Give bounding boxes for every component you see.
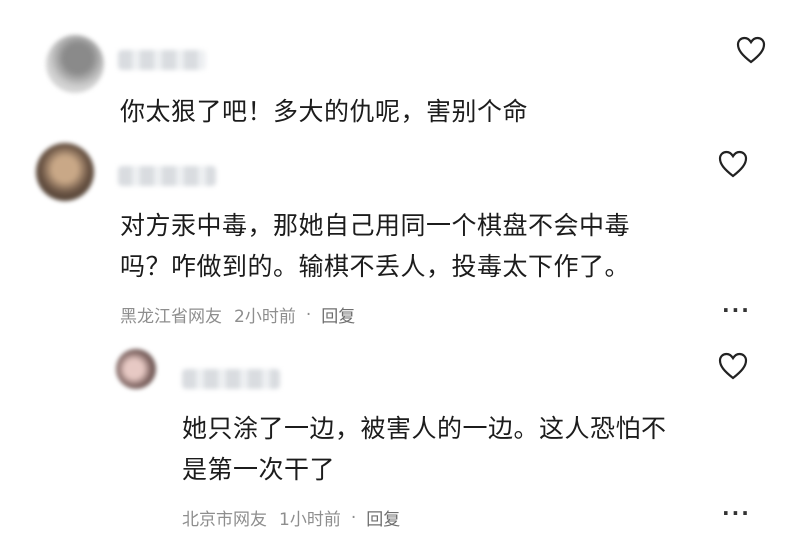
comment-text: 她只涂了一边，被害人的一边。这人恐怕不 是第一次干了 <box>182 408 667 490</box>
reply-button[interactable]: 回复 <box>321 302 355 327</box>
username-blurred[interactable] <box>118 50 206 70</box>
avatar[interactable] <box>36 143 94 201</box>
heart-icon[interactable] <box>736 36 766 64</box>
username-blurred[interactable] <box>118 166 216 186</box>
username-blurred[interactable] <box>182 369 280 389</box>
comment-text: 对方汞中毒，那她自己用同一个棋盘不会中毒 吗？咋做到的。输棋不丢人，投毒太下作了… <box>120 205 630 287</box>
comment-meta: 黑龙江省网友 2小时前 · 回复 <box>120 302 355 328</box>
reply-button[interactable]: 回复 <box>366 505 400 530</box>
separator-dot: · <box>305 304 312 325</box>
heart-icon[interactable] <box>718 150 748 178</box>
comment-text: 你太狠了吧！多大的仇呢，害别个命 <box>120 91 528 132</box>
comment-text-line: 你太狠了吧！多大的仇呢，害别个命 <box>120 97 529 126</box>
avatar[interactable] <box>116 349 156 389</box>
location-label: 黑龙江省网友 <box>120 307 222 327</box>
comment-text-line: 是第一次干了 <box>182 455 336 484</box>
location-label: 北京市网友 <box>182 510 267 530</box>
comment-text-line: 吗？咋做到的。输棋不丢人，投毒太下作了。 <box>120 252 631 281</box>
more-options-icon[interactable]: ··· <box>722 501 751 525</box>
comment-meta: 北京市网友 1小时前 · 回复 <box>182 505 400 531</box>
timestamp: 1小时前 <box>279 510 341 530</box>
comment-text-line: 她只涂了一边，被害人的一边。这人恐怕不 <box>182 414 667 443</box>
avatar[interactable] <box>46 35 104 93</box>
timestamp: 2小时前 <box>234 307 296 327</box>
separator-dot: · <box>350 507 357 528</box>
heart-icon[interactable] <box>718 352 748 380</box>
more-options-icon[interactable]: ··· <box>722 298 751 322</box>
comment-text-line: 对方汞中毒，那她自己用同一个棋盘不会中毒 <box>120 211 631 240</box>
